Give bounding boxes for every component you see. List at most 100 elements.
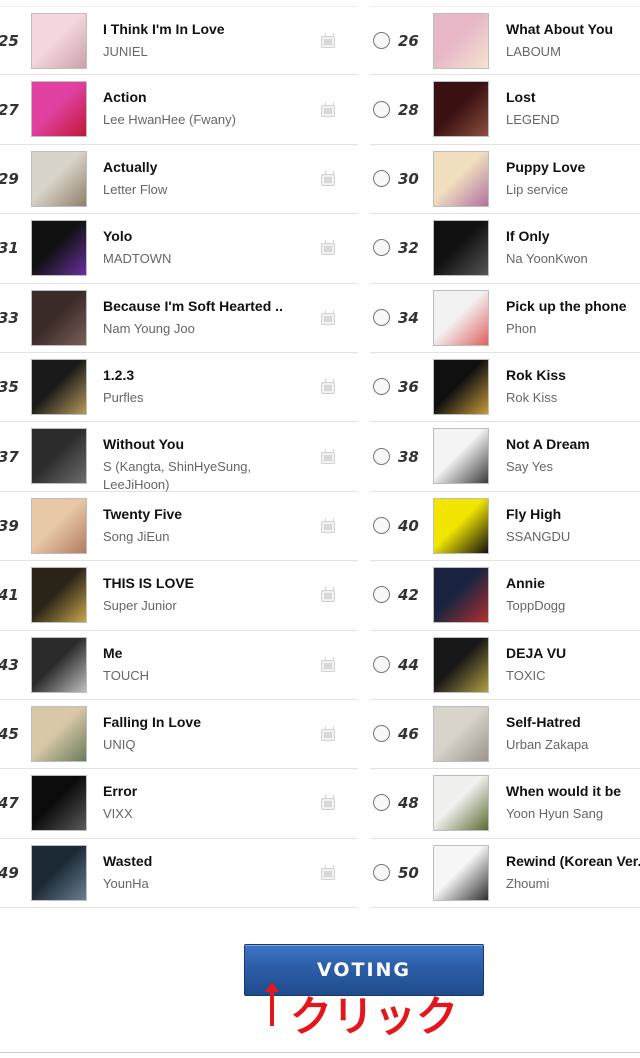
song-title[interactable]: Rewind (Korean Ver.) [506,852,640,870]
artist-name: Rok Kiss [506,389,558,405]
chart-entry[interactable]: 37 Without You S (Kangta, ShinHyeSung, Lee… [0,422,358,492]
chart-entry[interactable]: 43 Me TOUCH [0,631,358,700]
song-title[interactable]: Fly High [506,505,640,523]
rank-number: 40 [398,516,419,535]
vote-radio-button[interactable] [373,794,390,812]
chart-entry[interactable]: 35 1.2.3 Purfles [0,353,358,423]
vote-radio-button[interactable] [373,378,390,396]
rank-number: 37 [0,447,19,466]
song-title[interactable]: Error [103,782,308,800]
song-title[interactable]: THIS IS LOVE [103,574,308,592]
artist-name: Song JiEun [103,528,170,544]
chart-entry[interactable]: 46 Self-Hatred Urban Zakapa [370,700,640,770]
up-arrow-icon [265,982,279,1026]
song-title[interactable]: Me [103,644,308,662]
artist-name: Na YoonKwon [506,251,588,267]
chart-entry[interactable]: 42 Annie ToppDogg [370,561,640,631]
chart-entry[interactable]: 50 Rewind (Korean Ver.) Zhoumi [370,839,640,909]
song-info: Self-Hatred Urban Zakapa [506,713,640,754]
song-title[interactable]: Because I'm Soft Hearted .. [103,297,308,315]
vote-radio-button[interactable] [373,169,390,187]
song-title[interactable]: Twenty Five [103,505,308,523]
song-title[interactable]: Annie [506,574,640,592]
chart-entry[interactable]: 32 If Only Na YoonKwon [370,214,640,284]
chart-entry[interactable]: 34 Pick up the phone Phon [370,284,640,353]
album-art [433,567,489,624]
album-art [433,705,489,762]
tv-icon[interactable] [321,729,335,742]
tv-icon[interactable] [321,520,335,533]
vote-radio-button[interactable] [373,447,390,465]
song-title[interactable]: Lost [506,88,640,106]
vote-radio-button[interactable] [373,725,390,743]
vote-radio-button[interactable] [373,586,390,604]
vote-radio-button[interactable] [373,308,390,326]
chart-entry[interactable]: 25 I Think I'm In Love JUNIEL [0,6,358,76]
chart-entry[interactable]: 26 What About You LABOUM [370,6,640,76]
chart-entry[interactable]: 38 Not A Dream Say Yes [370,422,640,492]
song-title[interactable]: DEJA VU [506,644,640,662]
song-title[interactable]: Actually [103,158,308,176]
chart-entry[interactable]: 49 Wasted YounHa [0,839,358,909]
song-title[interactable]: Yolo [103,227,308,245]
song-title[interactable]: Wasted [103,852,308,870]
song-title[interactable]: Puppy Love [506,158,640,176]
vote-radio-button[interactable] [373,655,390,673]
tv-icon[interactable] [321,659,335,672]
song-title[interactable]: If Only [506,227,640,245]
song-title[interactable]: When would it be [506,782,640,800]
chart-entry[interactable]: 48 When would it be Yoon Hyun Sang [370,769,640,839]
tv-icon[interactable] [321,104,335,117]
chart-entry[interactable]: 29 Actually Letter Flow [0,145,358,215]
song-title[interactable]: Rok Kiss [506,366,640,384]
tv-icon[interactable] [321,35,335,48]
chart-entry[interactable]: 31 Yolo MADTOWN [0,214,358,284]
chart-entry[interactable]: 45 Falling In Love UNIQ [0,700,358,770]
album-art [433,775,489,832]
tv-icon[interactable] [321,867,335,880]
song-title[interactable]: Action [103,88,308,106]
song-title[interactable]: Without You [103,435,308,453]
vote-radio-button[interactable] [373,863,390,881]
tv-icon[interactable] [321,590,335,603]
song-info: Annie ToppDogg [506,574,640,615]
chart-entry[interactable]: 39 Twenty Five Song JiEun [0,492,358,562]
song-info: Lost LEGEND [506,88,640,129]
rank-number: 35 [0,378,19,397]
chart-entry[interactable]: 28 Lost LEGEND [370,75,640,145]
tv-icon[interactable] [321,382,335,395]
song-title[interactable]: What About You [506,20,640,38]
song-title[interactable]: Not A Dream [506,435,640,453]
rank-number: 42 [398,586,419,605]
song-title[interactable]: Falling In Love [103,713,308,731]
right-chart-column: 26 What About You LABOUM 28 Lost LEGEND 30 Pupp… [370,6,640,909]
chart-entry[interactable]: 27 Action Lee HwanHee (Fwany) [0,75,358,145]
tv-icon[interactable] [321,173,335,186]
chart-entry[interactable]: 30 Puppy Love Lip service [370,145,640,215]
artist-name: Letter Flow [103,181,168,197]
vote-radio-button[interactable] [373,100,390,118]
artist-name: Phon [506,320,537,336]
song-info: Puppy Love Lip service [506,158,640,199]
chart-entry[interactable]: 33 Because I'm Soft Hearted .. Nam Young J… [0,284,358,353]
song-info: Action Lee HwanHee (Fwany) [103,88,308,129]
song-title[interactable]: I Think I'm In Love [103,20,308,38]
tv-icon[interactable] [321,243,335,256]
chart-entry[interactable]: 36 Rok Kiss Rok Kiss [370,353,640,423]
rank-number: 48 [398,794,419,813]
vote-radio-button[interactable] [373,31,390,49]
chart-entry[interactable]: 41 THIS IS LOVE Super Junior [0,561,358,631]
chart-entry[interactable]: 47 Error VIXX [0,769,358,839]
vote-radio-button[interactable] [373,516,390,534]
song-info: If Only Na YoonKwon [506,227,640,268]
song-title[interactable]: Self-Hatred [506,713,640,731]
tv-icon[interactable] [321,451,335,464]
tv-icon[interactable] [321,798,335,811]
song-title[interactable]: 1.2.3 [103,366,308,384]
tv-icon[interactable] [321,312,335,325]
song-title[interactable]: Pick up the phone [506,297,640,315]
chart-entry[interactable]: 44 DEJA VU TOXIC [370,631,640,700]
chart-entry[interactable]: 40 Fly High SSANGDU [370,492,640,562]
rank-number: 32 [398,239,419,258]
vote-radio-button[interactable] [373,239,390,257]
